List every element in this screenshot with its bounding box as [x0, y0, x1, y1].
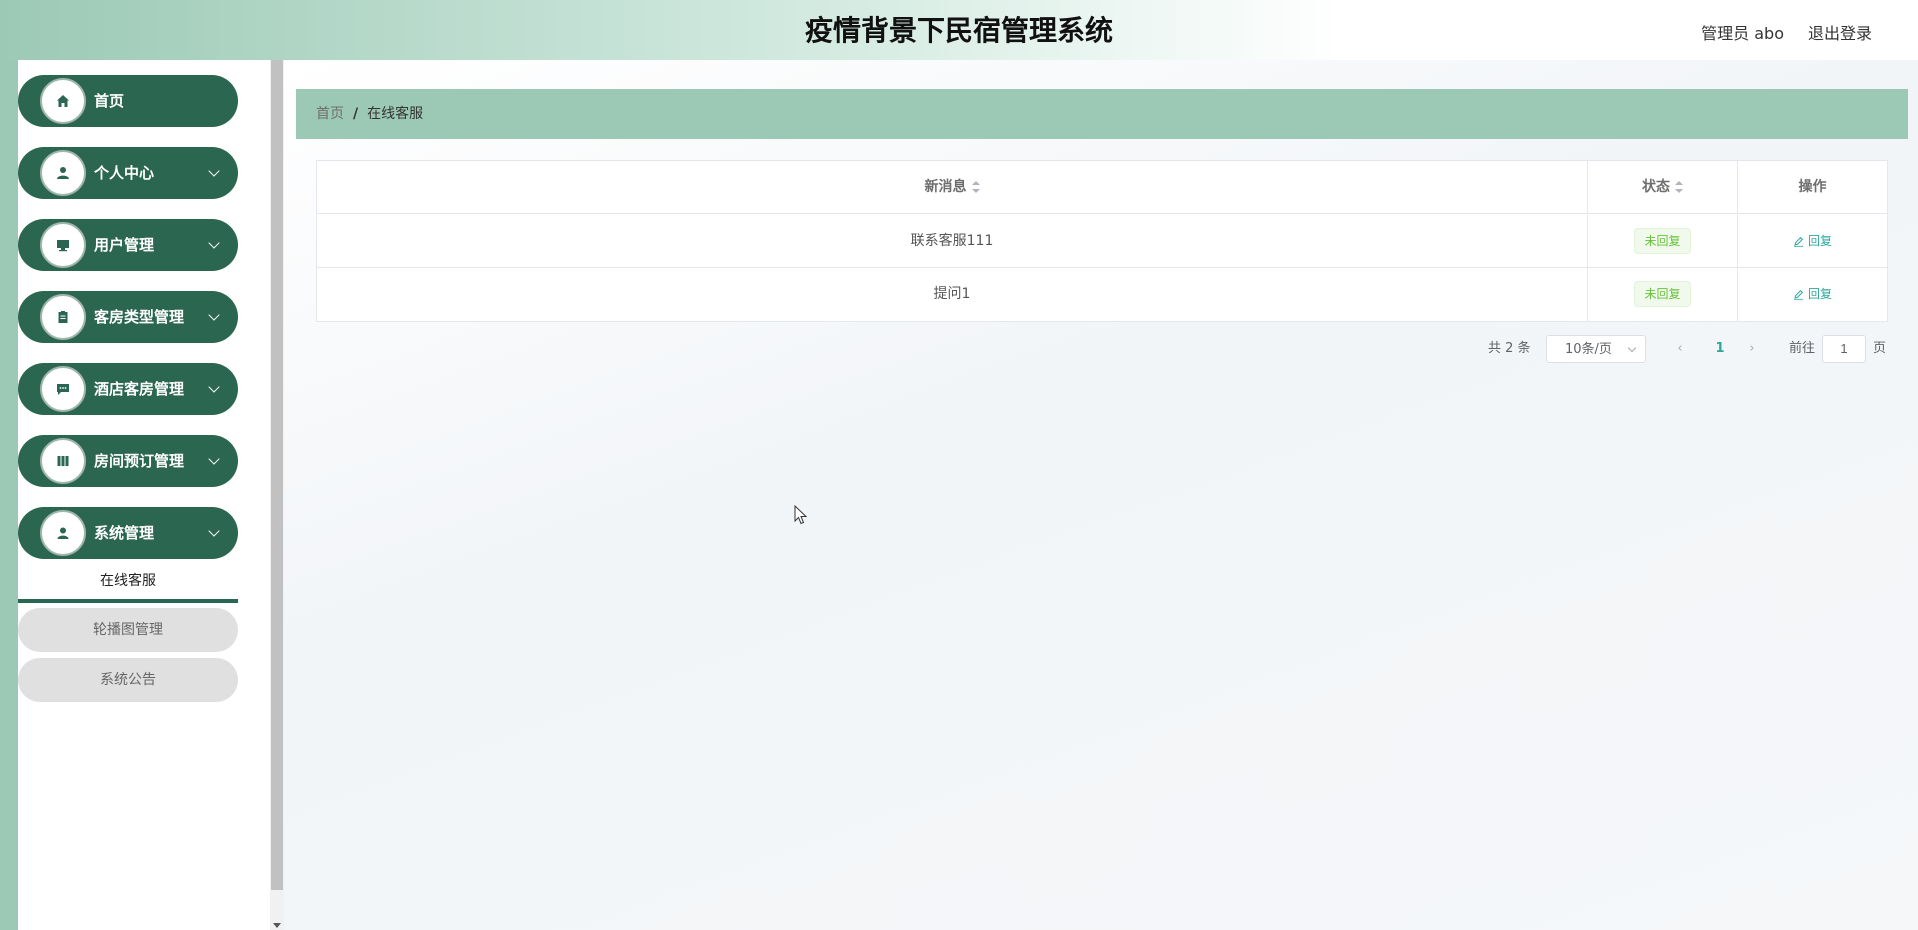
action-cell: 回复 — [1738, 215, 1887, 268]
message-cell: 联系客服111 — [317, 215, 1588, 268]
prev-page-button[interactable]: ‹ — [1670, 335, 1690, 363]
sidebar-item-label: 个人中心 — [94, 164, 155, 182]
page-size-select[interactable]: 10条/页 — [1546, 335, 1646, 363]
book-icon — [40, 438, 86, 484]
home-icon — [40, 78, 86, 124]
app-title: 疫情背景下民宿管理系统 — [804, 14, 1113, 47]
sidebar-item-user-management[interactable]: 用户管理 — [18, 219, 238, 271]
app-header: 疫情背景下民宿管理系统 管理员 abo 退出登录 — [0, 0, 1918, 60]
page-number-1[interactable]: 1 — [1707, 335, 1733, 363]
logout-button[interactable]: 退出登录 — [1808, 20, 1872, 44]
sidebar-item-room-type-management[interactable]: 客房类型管理 — [18, 291, 238, 343]
table-header-row: 新消息 状态 操作 — [317, 161, 1887, 214]
breadcrumb: 首页 / 在线客服 — [296, 89, 1908, 139]
sidebar-scrollbar[interactable] — [270, 60, 284, 930]
sidebar-item-label: 用户管理 — [94, 236, 155, 254]
submenu-item-carousel-management[interactable]: 轮播图管理 — [18, 608, 238, 652]
edit-icon — [1793, 289, 1804, 300]
column-header-action: 操作 — [1798, 179, 1827, 195]
table-row: 联系客服111 未回复 回复 — [317, 215, 1887, 268]
chevron-down-icon — [208, 309, 220, 321]
status-cell: 未回复 — [1588, 268, 1738, 321]
person-icon — [40, 510, 86, 556]
chevron-down-icon — [1627, 343, 1637, 353]
sidebar-item-hotel-room-management[interactable]: 酒店客房管理 — [18, 363, 238, 415]
status-cell: 未回复 — [1588, 215, 1738, 268]
sidebar-item-label: 客房类型管理 — [94, 308, 185, 326]
mouse-cursor-icon — [794, 505, 808, 525]
sidebar-item-label: 系统管理 — [94, 524, 155, 542]
next-page-button[interactable]: › — [1742, 335, 1762, 363]
breadcrumb-home[interactable]: 首页 — [316, 106, 344, 122]
user-icon — [40, 150, 86, 196]
scroll-down-arrow-icon[interactable] — [273, 923, 281, 928]
breadcrumb-current: 在线客服 — [367, 106, 424, 122]
scrollbar-thumb[interactable] — [271, 60, 283, 890]
column-header-status[interactable]: 状态 — [1588, 161, 1738, 214]
sidebar-item-home[interactable]: 首页 — [18, 75, 238, 127]
sidebar-item-system-management[interactable]: 系统管理 — [18, 507, 238, 559]
monitor-icon — [40, 222, 86, 268]
pagination-total: 共 2 条 — [1488, 341, 1531, 356]
sidebar-item-booking-management[interactable]: 房间预订管理 — [18, 435, 238, 487]
reply-button[interactable]: 回复 — [1793, 287, 1832, 301]
chevron-down-icon — [208, 453, 220, 465]
goto-page-input[interactable] — [1822, 335, 1866, 363]
chevron-down-icon — [208, 237, 220, 249]
sidebar-item-label: 房间预订管理 — [94, 452, 185, 470]
chat-icon — [40, 366, 86, 412]
action-cell: 回复 — [1738, 268, 1887, 321]
column-header-message[interactable]: 新消息 — [317, 161, 1588, 214]
status-badge: 未回复 — [1634, 228, 1691, 254]
chevron-down-icon — [208, 165, 220, 177]
submenu-item-online-service[interactable]: 在线客服 — [18, 561, 238, 603]
sidebar-item-label: 首页 — [94, 92, 125, 110]
goto-label: 前往 — [1789, 341, 1816, 356]
sidebar-item-personal-center[interactable]: 个人中心 — [18, 147, 238, 199]
submenu-item-system-notice[interactable]: 系统公告 — [18, 658, 238, 702]
chevron-down-icon — [208, 381, 220, 393]
sidebar-item-label: 酒店客房管理 — [94, 380, 185, 398]
page-unit-label: 页 — [1873, 341, 1887, 356]
reply-button[interactable]: 回复 — [1793, 234, 1832, 248]
message-cell: 提问1 — [317, 268, 1588, 321]
messages-table: 新消息 状态 操作 联系客服111 未回复 回复 提问1 未回复 回复 — [316, 160, 1888, 322]
table-row: 提问1 未回复 回复 — [317, 268, 1887, 321]
edit-icon — [1793, 236, 1804, 247]
sort-icon[interactable] — [971, 181, 980, 193]
breadcrumb-separator: / — [353, 106, 359, 122]
sort-icon[interactable] — [1675, 181, 1683, 193]
clipboard-icon — [40, 294, 86, 340]
current-user: 管理员 abo — [1701, 24, 1784, 43]
status-badge: 未回复 — [1634, 281, 1691, 307]
chevron-down-icon — [208, 525, 220, 537]
